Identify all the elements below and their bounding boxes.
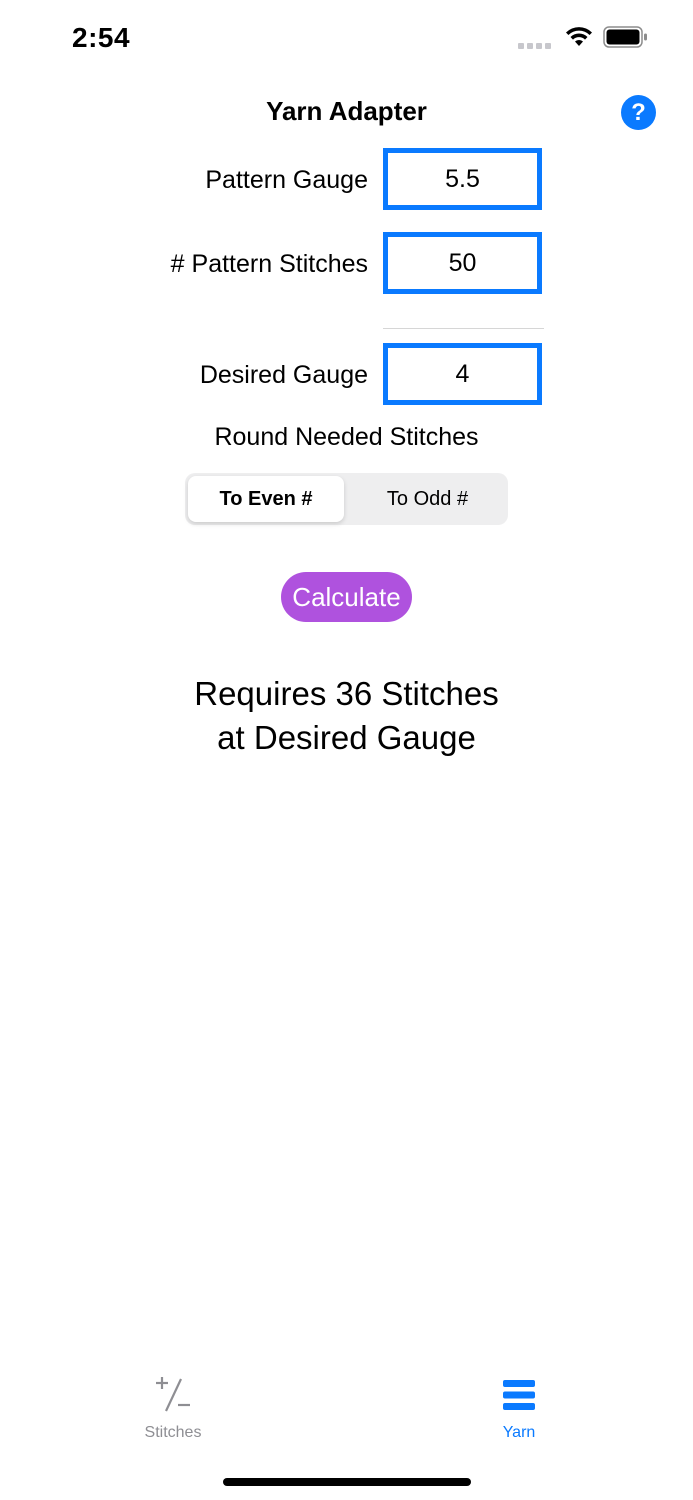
result-line-1: Requires 36 Stitches xyxy=(194,675,499,712)
form-divider xyxy=(383,328,544,329)
rounding-segmented-control: To Even # To Odd # xyxy=(185,473,508,525)
result-line-2: at Desired Gauge xyxy=(217,719,476,756)
tab-stitches[interactable]: Stitches xyxy=(103,1372,243,1442)
plus-minus-icon xyxy=(153,1372,193,1418)
battery-icon xyxy=(603,26,649,53)
round-stitches-label: Round Needed Stitches xyxy=(214,423,479,451)
question-mark-icon: ? xyxy=(631,98,646,126)
pattern-gauge-field[interactable] xyxy=(383,148,542,210)
wifi-icon xyxy=(565,26,593,53)
status-time: 2:54 xyxy=(72,22,131,53)
cellular-signal-icon xyxy=(518,42,551,49)
desired-gauge-field[interactable] xyxy=(383,343,542,405)
status-icons xyxy=(518,26,649,53)
calculate-button[interactable]: Calculate xyxy=(281,572,412,622)
segment-to-even[interactable]: To Even # xyxy=(188,476,344,522)
yarn-adapter-screen: 2:54 Yarn Adapter ? Pattern Gauge # Patt… xyxy=(0,0,693,1500)
tab-stitches-label: Stitches xyxy=(144,1424,202,1441)
three-lines-icon xyxy=(502,1372,536,1418)
result-text: Requires 36 Stitches at Desired Gauge xyxy=(0,672,693,760)
pattern-stitches-label: # Pattern Stitches xyxy=(170,250,368,278)
pattern-gauge-label: Pattern Gauge xyxy=(205,166,368,194)
segment-to-odd[interactable]: To Odd # xyxy=(350,476,505,522)
help-button[interactable]: ? xyxy=(621,95,656,130)
home-indicator[interactable] xyxy=(223,1478,471,1486)
tab-yarn-label: Yarn xyxy=(502,1424,536,1441)
pattern-stitches-field[interactable] xyxy=(383,232,542,294)
desired-gauge-label: Desired Gauge xyxy=(199,361,368,389)
page-title: Yarn Adapter xyxy=(266,96,427,126)
tab-yarn[interactable]: Yarn xyxy=(449,1372,589,1442)
